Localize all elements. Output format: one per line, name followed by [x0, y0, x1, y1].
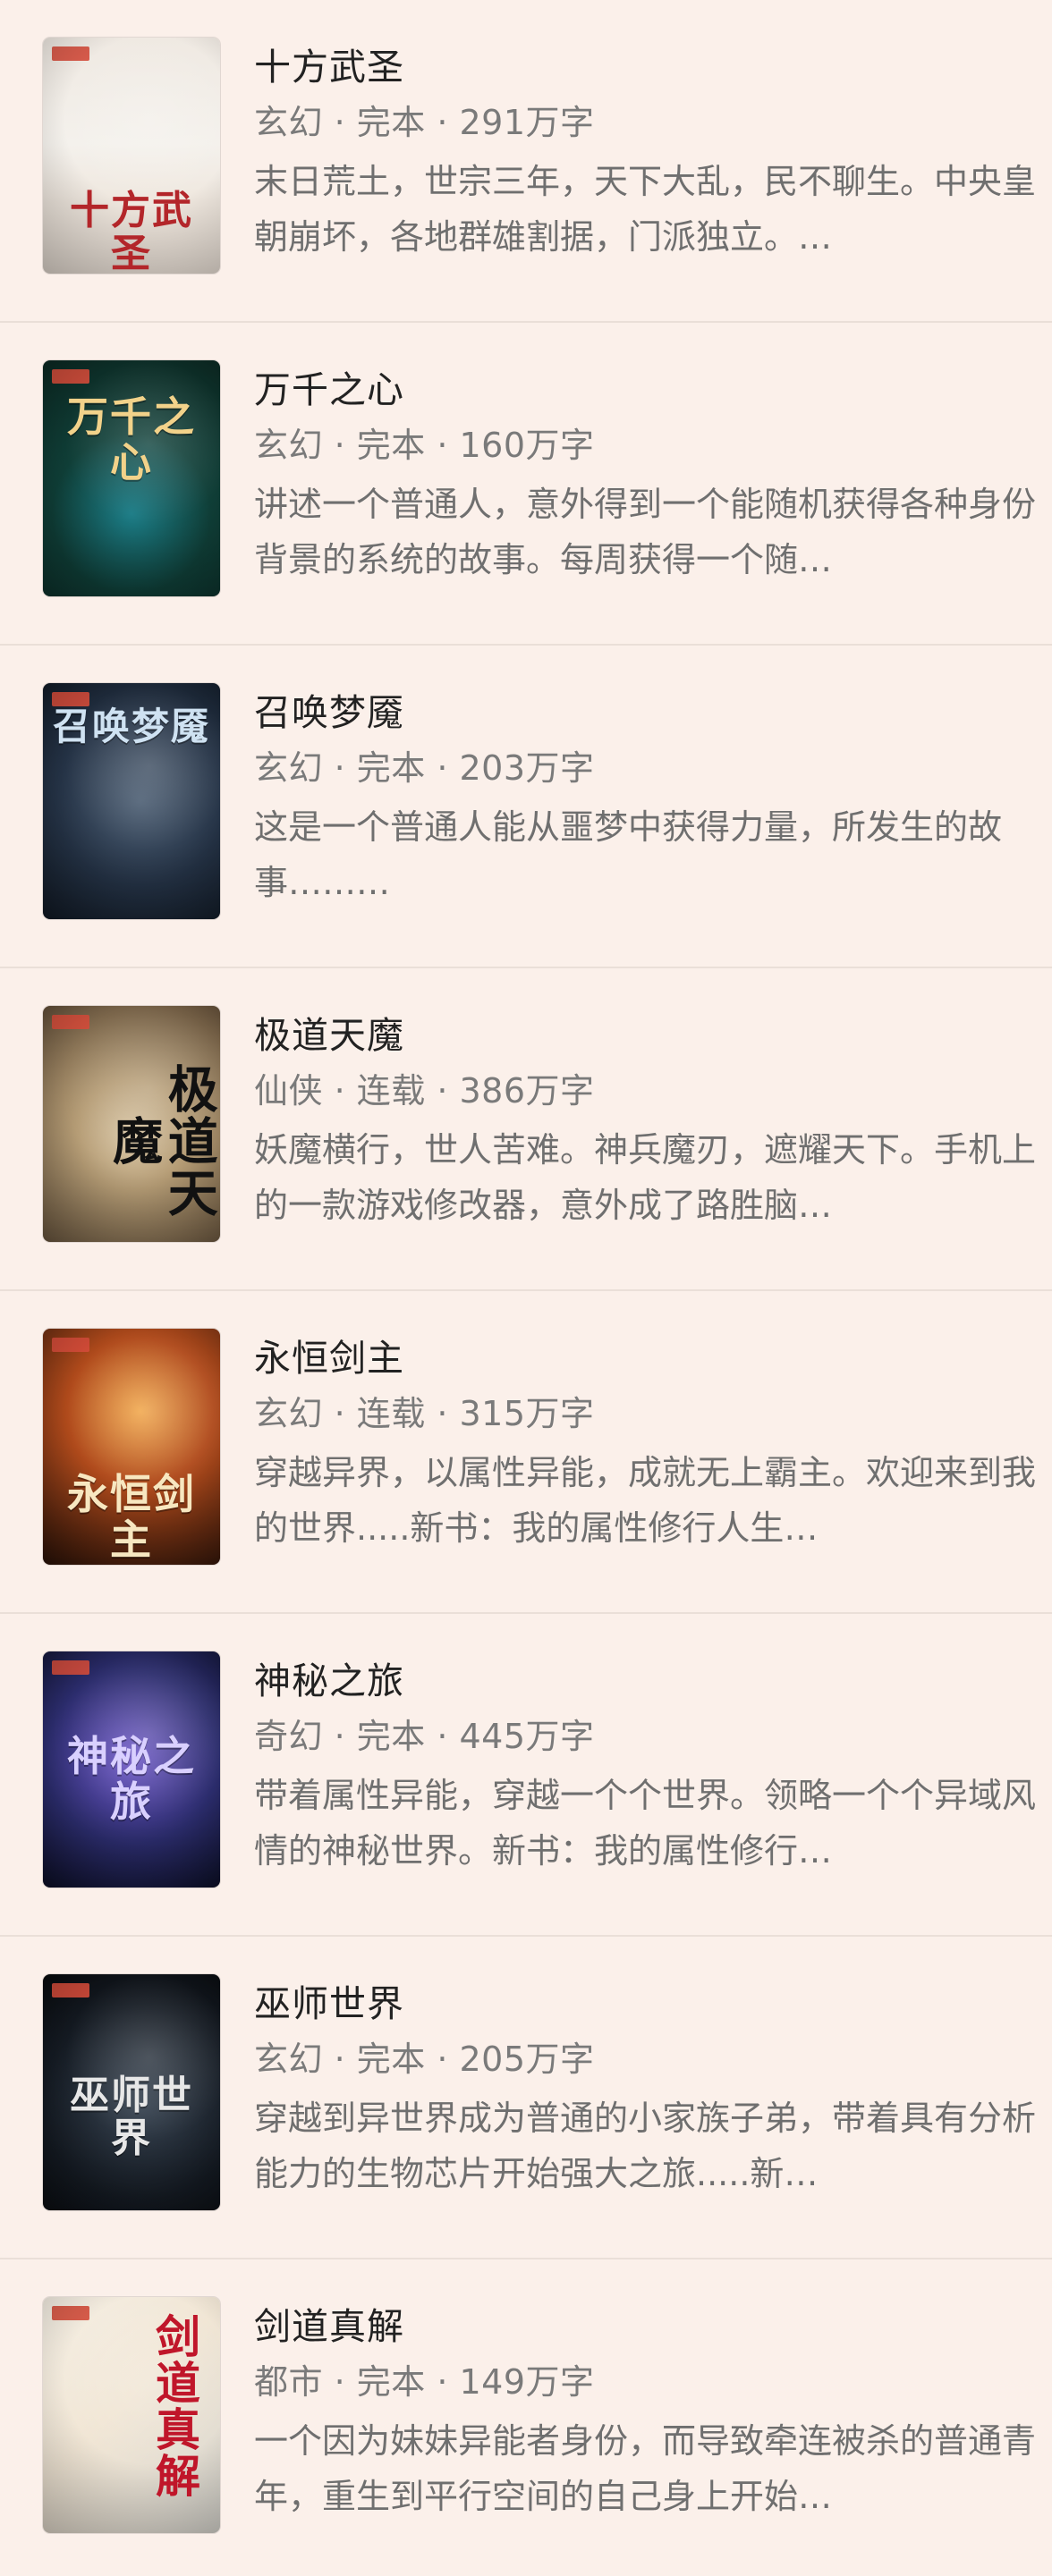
book-meta: 玄幻 · 完本 · 205万字 — [254, 2040, 595, 2079]
book-text: 神秘之旅 奇幻 · 完本 · 445万字 带着属性异能，穿越一个个世界。领略一个… — [254, 1651, 1041, 1879]
book-item[interactable]: 十方武圣 十方武圣 玄幻 · 完本 · 291万字 末日荒土，世宗三年，天下大乱… — [0, 0, 1052, 323]
book-description: 一个因为妹妹异能者身份，而导致牵连被杀的普通青年，重生到平行空间的自己身上开始… — [254, 2421, 1037, 2516]
book-title[interactable]: 巫师世界 — [254, 1978, 1041, 2030]
cover-title-text: 永恒剑主 — [67, 1470, 196, 1564]
cover-title-text: 神秘之旅 — [67, 1732, 196, 1826]
book-text: 万千之心 玄幻 · 完本 · 160万字 讲述一个普通人，意外得到一个能随机获得… — [254, 360, 1041, 587]
book-meta: 奇幻 · 完本 · 445万字 — [254, 1717, 595, 1756]
book-meta: 都市 · 完本 · 149万字 — [254, 2362, 595, 2402]
book-description: 穿越异界，以属性异能，成就无上霸主。欢迎来到我的世界.....新书：我的属性修行… — [254, 1453, 1037, 1548]
book-cover[interactable]: 神秘之旅 — [43, 1651, 220, 1888]
book-title[interactable]: 剑道真解 — [254, 2301, 1041, 2352]
book-cover[interactable]: 剑道真解 — [43, 2297, 220, 2533]
book-description: 这是一个普通人能从噩梦中获得力量，所发生的故事……… — [254, 807, 1003, 902]
book-description: 妖魔横行，世人苦难。神兵魔刃，遮耀天下。手机上的一款游戏修改器，意外成了路胜脑… — [254, 1130, 1037, 1225]
book-cover[interactable]: 巫师世界 — [43, 1974, 220, 2210]
cover-title-text: 召唤梦魇 — [52, 705, 210, 748]
book-text: 巫师世界 玄幻 · 完本 · 205万字 穿越到异世界成为普通的小家族子弟，带着… — [254, 1974, 1041, 2201]
book-title[interactable]: 永恒剑主 — [254, 1332, 1041, 1384]
book-title[interactable]: 召唤梦魇 — [254, 687, 1041, 739]
book-cover[interactable]: 十方武圣 — [43, 38, 220, 274]
book-item[interactable]: 巫师世界 巫师世界 玄幻 · 完本 · 205万字 穿越到异世界成为普通的小家族… — [0, 1937, 1052, 2259]
book-description: 讲述一个普通人，意外得到一个能随机获得各种身份背景的系统的故事。每周获得一个随… — [254, 485, 1037, 579]
book-description: 末日荒土，世宗三年，天下大乱，民不聊生。中央皇朝崩坏，各地群雄割据，门派独立。… — [254, 162, 1037, 257]
book-meta: 仙侠 · 连载 · 386万字 — [254, 1071, 595, 1111]
book-text: 召唤梦魇 玄幻 · 完本 · 203万字 这是一个普通人能从噩梦中获得力量，所发… — [254, 683, 1041, 910]
book-meta: 玄幻 · 完本 · 160万字 — [254, 426, 595, 465]
book-cover[interactable]: 召唤梦魇 — [43, 683, 220, 919]
book-cover[interactable]: 永恒剑主 — [43, 1329, 220, 1565]
book-description: 带着属性异能，穿越一个个世界。领略一个个异域风情的神秘世界。新书：我的属性修行… — [254, 1776, 1037, 1871]
book-item[interactable]: 极道天魔 极道天魔 仙侠 · 连载 · 386万字 妖魔横行，世人苦难。神兵魔刃… — [0, 968, 1052, 1291]
book-title[interactable]: 极道天魔 — [254, 1009, 1041, 1061]
book-text: 十方武圣 玄幻 · 完本 · 291万字 末日荒土，世宗三年，天下大乱，民不聊生… — [254, 38, 1041, 265]
book-item[interactable]: 剑道真解 剑道真解 都市 · 完本 · 149万字 一个因为妹妹异能者身份，而导… — [0, 2259, 1052, 2576]
book-cover[interactable]: 万千之心 — [43, 360, 220, 596]
book-meta: 玄幻 · 完本 · 291万字 — [254, 103, 595, 142]
book-item[interactable]: 神秘之旅 神秘之旅 奇幻 · 完本 · 445万字 带着属性异能，穿越一个个世界… — [0, 1614, 1052, 1937]
cover-title-text: 十方武圣 — [70, 188, 193, 274]
book-item[interactable]: 永恒剑主 永恒剑主 玄幻 · 连载 · 315万字 穿越异界，以属性异能，成就无… — [0, 1291, 1052, 1614]
book-text: 永恒剑主 玄幻 · 连载 · 315万字 穿越异界，以属性异能，成就无上霸主。欢… — [254, 1329, 1041, 1556]
book-title[interactable]: 神秘之旅 — [254, 1655, 1041, 1707]
cover-title-text: 剑道真解 — [148, 2313, 201, 2499]
cover-title-text: 万千之心 — [67, 393, 196, 486]
cover-title-text: 巫师世界 — [70, 2073, 193, 2162]
book-title[interactable]: 万千之心 — [254, 364, 1041, 416]
book-text: 剑道真解 都市 · 完本 · 149万字 一个因为妹妹异能者身份，而导致牵连被杀… — [254, 2297, 1041, 2524]
cover-title-text: 极道天魔 — [104, 1063, 219, 1219]
book-title[interactable]: 十方武圣 — [254, 41, 1041, 93]
book-meta: 玄幻 · 完本 · 203万字 — [254, 748, 595, 788]
book-cover[interactable]: 极道天魔 — [43, 1006, 220, 1242]
book-list: 十方武圣 十方武圣 玄幻 · 完本 · 291万字 末日荒土，世宗三年，天下大乱… — [0, 0, 1052, 2576]
book-item[interactable]: 召唤梦魇 召唤梦魇 玄幻 · 完本 · 203万字 这是一个普通人能从噩梦中获得… — [0, 646, 1052, 968]
book-meta: 玄幻 · 连载 · 315万字 — [254, 1394, 595, 1433]
book-text: 极道天魔 仙侠 · 连载 · 386万字 妖魔横行，世人苦难。神兵魔刃，遮耀天下… — [254, 1006, 1041, 1233]
book-item[interactable]: 万千之心 万千之心 玄幻 · 完本 · 160万字 讲述一个普通人，意外得到一个… — [0, 323, 1052, 646]
book-description: 穿越到异世界成为普通的小家族子弟，带着具有分析能力的生物芯片开始强大之旅....… — [254, 2099, 1037, 2193]
